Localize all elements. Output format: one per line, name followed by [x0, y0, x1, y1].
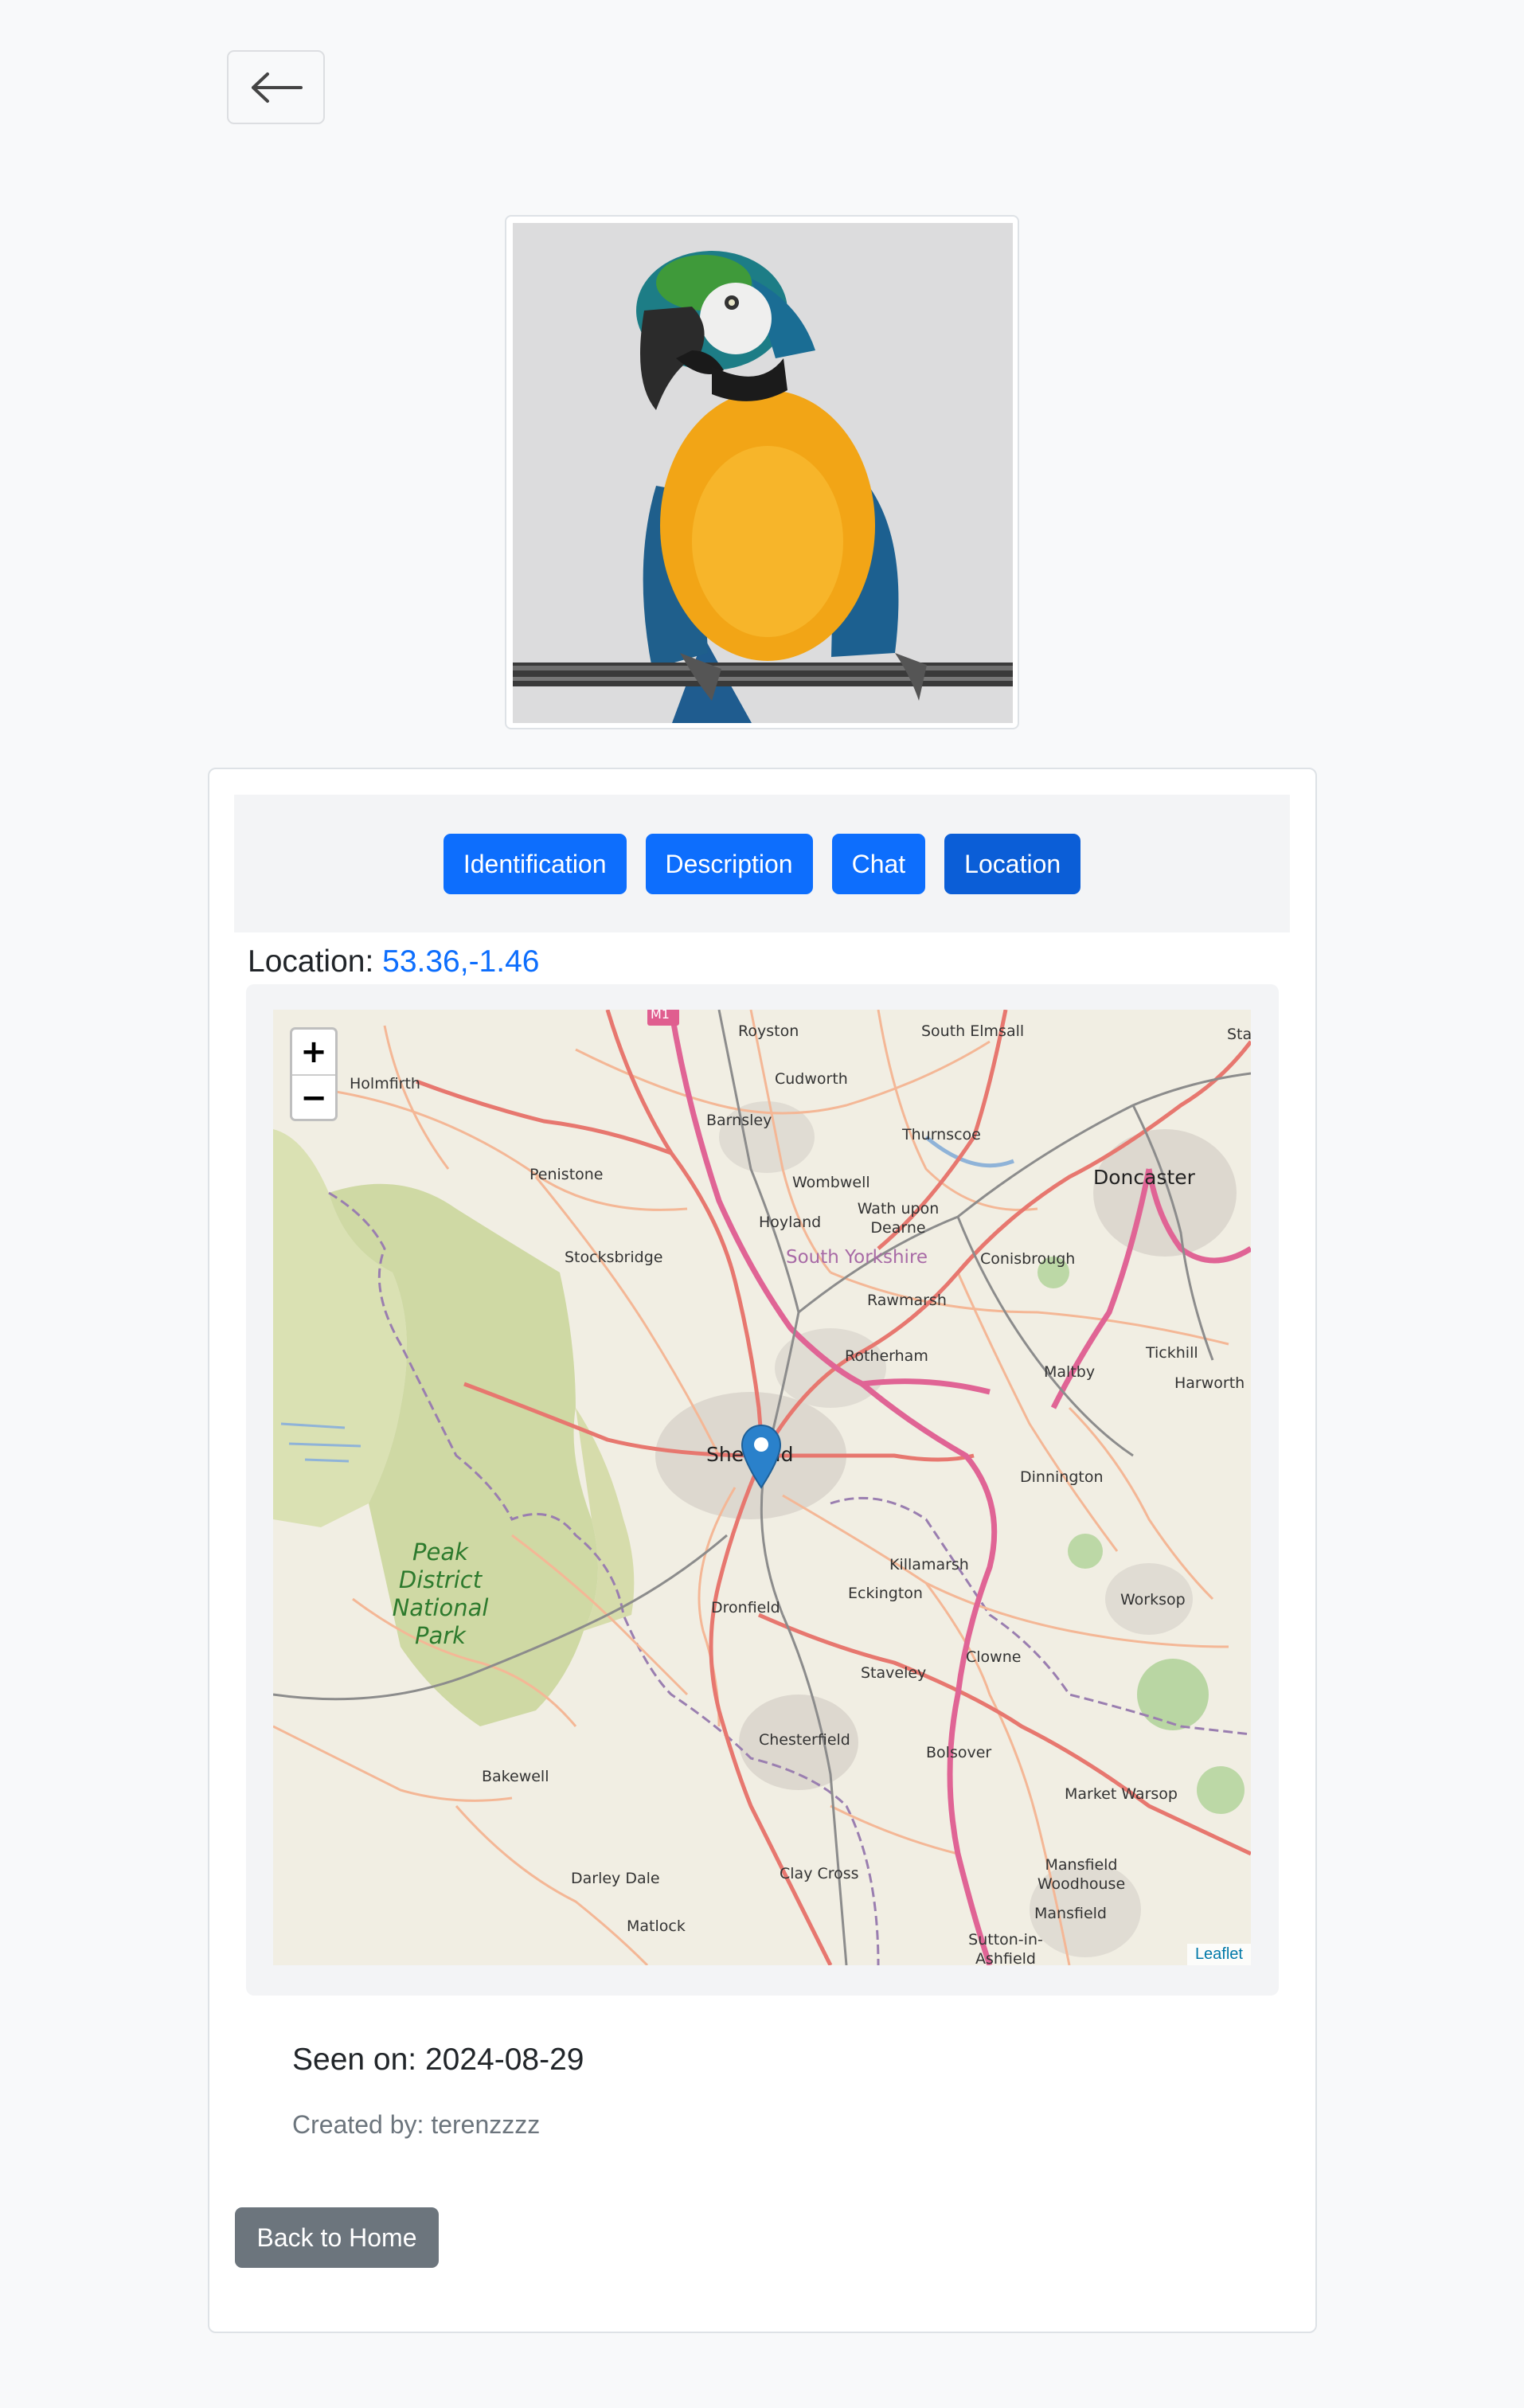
- map-label-worksop: Worksop: [1120, 1591, 1186, 1609]
- map-label-peak-district: Peak District National Park: [392, 1538, 489, 1649]
- map-label-rotherham: Rotherham: [845, 1347, 928, 1365]
- map-label-south-elmsall: South Elmsall: [921, 1022, 1025, 1040]
- map-marker-icon[interactable]: [741, 1424, 782, 1489]
- map-label-dinnington: Dinnington: [1020, 1468, 1104, 1486]
- zoom-in-button[interactable]: +: [292, 1030, 335, 1076]
- map-label-clay-cross: Clay Cross: [780, 1865, 859, 1882]
- bird-photo-frame: [505, 215, 1019, 729]
- map[interactable]: + − M1 Royston South Elmsall Sta Holmfir…: [273, 1010, 1251, 1965]
- map-label-sutton-in-ashfield: Sutton-in-Ashfield: [968, 1931, 1043, 1965]
- map-label-chesterfield: Chesterfield: [759, 1731, 850, 1749]
- map-label-south-yorkshire: South Yorkshire: [786, 1247, 928, 1268]
- seen-on-date: Seen on: 2024-08-29: [292, 2042, 584, 2077]
- location-line: Location: 53.36,-1.46: [248, 944, 539, 979]
- back-to-home-button[interactable]: Back to Home: [235, 2207, 439, 2268]
- zoom-control: + −: [290, 1027, 338, 1121]
- tab-chat[interactable]: Chat: [831, 833, 926, 894]
- map-label-maltby: Maltby: [1044, 1363, 1096, 1381]
- leaflet-link[interactable]: Leaflet: [1195, 1945, 1243, 1963]
- map-label-barnsley: Barnsley: [706, 1112, 772, 1129]
- map-label-matlock: Matlock: [627, 1917, 686, 1935]
- map-label-dronfield: Dronfield: [711, 1599, 780, 1616]
- map-label-doncaster: Doncaster: [1093, 1166, 1195, 1189]
- map-label-holmfirth: Holmfirth: [350, 1075, 420, 1093]
- tab-location[interactable]: Location: [944, 833, 1081, 894]
- map-label-hoyland: Hoyland: [759, 1214, 822, 1231]
- map-label-tickhill: Tickhill: [1146, 1344, 1198, 1362]
- map-label-stocksbridge: Stocksbridge: [565, 1249, 663, 1266]
- zoom-out-button[interactable]: −: [292, 1076, 335, 1119]
- map-label-wombwell: Wombwell: [792, 1174, 870, 1191]
- tab-bar: Identification Description Chat Location: [234, 795, 1290, 932]
- map-label-thurnscoe: Thurnscoe: [902, 1126, 981, 1143]
- map-label-wath-upon-dearne: Wath upon Dearne: [857, 1200, 940, 1237]
- map-label-darley-dale: Darley Dale: [571, 1870, 660, 1887]
- map-label-penistone: Penistone: [529, 1166, 604, 1183]
- created-by: Created by: terenzzzz: [292, 2110, 541, 2139]
- map-label-bolsover: Bolsover: [926, 1744, 992, 1761]
- map-label-conisbrough: Conisbrough: [980, 1250, 1076, 1268]
- location-label: Location:: [248, 944, 374, 979]
- map-label-royston: Royston: [738, 1022, 799, 1040]
- map-label-mansfield-woodhouse: Mansfield Woodhouse: [1037, 1856, 1126, 1893]
- arrow-left-icon: [251, 72, 303, 103]
- map-label-rawmarsh: Rawmarsh: [867, 1292, 947, 1309]
- back-button[interactable]: [227, 50, 325, 124]
- map-label-clowne: Clowne: [966, 1648, 1022, 1666]
- location-coords: 53.36,-1.46: [382, 944, 540, 979]
- map-label-market-warsop: Market Warsop: [1065, 1785, 1178, 1803]
- tab-description[interactable]: Description: [645, 833, 813, 894]
- map-label-harworth: Harworth: [1174, 1374, 1245, 1392]
- map-label-killamarsh: Killamarsh: [889, 1556, 969, 1573]
- map-label-eckington: Eckington: [848, 1585, 923, 1602]
- map-label-mansfield: Mansfield: [1034, 1905, 1107, 1922]
- map-label-m1: M1: [651, 1010, 670, 1022]
- parrot-photo: [513, 223, 1013, 723]
- map-label-bakewell: Bakewell: [482, 1768, 549, 1785]
- map-label-staveley: Staveley: [861, 1664, 927, 1682]
- tab-identification[interactable]: Identification: [443, 833, 627, 894]
- map-label-cudworth: Cudworth: [775, 1070, 848, 1088]
- map-label-sta: Sta: [1227, 1026, 1251, 1043]
- map-attribution[interactable]: Leaflet: [1186, 1944, 1251, 1965]
